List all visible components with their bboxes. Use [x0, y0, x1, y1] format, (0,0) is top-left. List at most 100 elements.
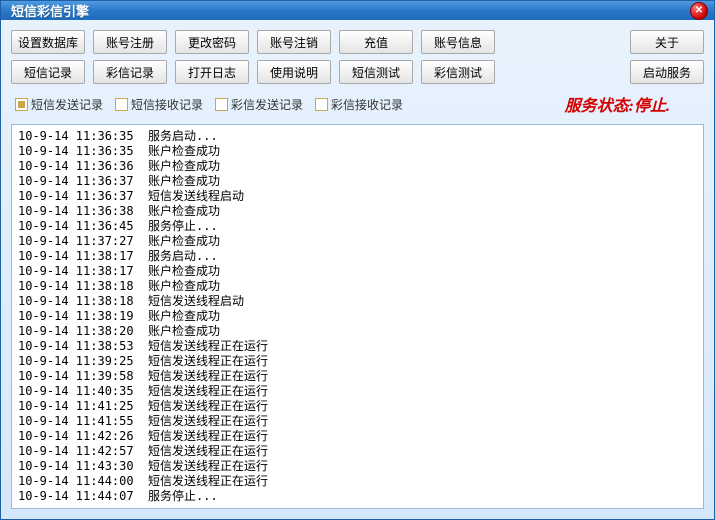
log-message: 账户检查成功	[134, 324, 220, 338]
close-icon: ✕	[695, 5, 703, 16]
filter-mms-recv[interactable]: 彩信接收记录	[315, 96, 403, 113]
log-message: 短信发送线程正在运行	[134, 459, 268, 473]
log-message: 短信发送线程正在运行	[134, 474, 268, 488]
log-line: 10-9-14 11:37:27 账户检查成功	[18, 234, 697, 249]
log-timestamp: 10-9-14 11:38:17	[18, 264, 134, 279]
log-line: 10-9-14 11:42:57 短信发送线程正在运行	[18, 444, 697, 459]
log-line: 10-9-14 11:40:35 短信发送线程正在运行	[18, 384, 697, 399]
log-message: 账户检查成功	[134, 204, 220, 218]
log-timestamp: 10-9-14 11:43:30	[18, 459, 134, 474]
log-message: 账户检查成功	[134, 234, 220, 248]
log-timestamp: 10-9-14 11:40:35	[18, 384, 134, 399]
log-timestamp: 10-9-14 11:38:20	[18, 324, 134, 339]
service-status: 服务状态:停止.	[565, 92, 670, 116]
log-message: 短信发送线程正在运行	[134, 399, 268, 413]
log-line: 10-9-14 11:42:26 短信发送线程正在运行	[18, 429, 697, 444]
log-line: 10-9-14 11:38:53 短信发送线程正在运行	[18, 339, 697, 354]
checkbox-icon	[315, 98, 328, 111]
log-line: 10-9-14 11:36:45 服务停止...	[18, 219, 697, 234]
log-timestamp: 10-9-14 11:36:45	[18, 219, 134, 234]
log-timestamp: 10-9-14 11:42:26	[18, 429, 134, 444]
log-message: 服务停止...	[134, 489, 218, 503]
log-message: 短信发送线程正在运行	[134, 384, 268, 398]
close-button[interactable]: ✕	[690, 2, 708, 20]
log-line: 10-9-14 11:36:35 账户检查成功	[18, 144, 697, 159]
log-timestamp: 10-9-14 11:36:38	[18, 204, 134, 219]
log-line: 10-9-14 11:38:20 账户检查成功	[18, 324, 697, 339]
log-timestamp: 10-9-14 11:39:58	[18, 369, 134, 384]
log-output[interactable]: 10-9-14 11:36:35 服务启动...10-9-14 11:36:35…	[11, 124, 704, 509]
log-message: 短信发送线程正在运行	[134, 369, 268, 383]
log-message: 短信发送线程正在运行	[134, 429, 268, 443]
log-line: 10-9-14 11:38:19 账户检查成功	[18, 309, 697, 324]
log-message: 短信发送线程启动	[134, 294, 244, 308]
log-timestamp: 10-9-14 11:38:18	[18, 279, 134, 294]
log-message: 服务启动...	[134, 129, 218, 143]
log-timestamp: 10-9-14 11:36:37	[18, 189, 134, 204]
open-log-button[interactable]: 打开日志	[175, 60, 249, 84]
filter-label: 彩信接收记录	[331, 96, 403, 113]
log-timestamp: 10-9-14 11:36:35	[18, 144, 134, 159]
log-message: 账户检查成功	[134, 159, 220, 173]
filter-label: 短信发送记录	[31, 96, 103, 113]
filter-label: 彩信发送记录	[231, 96, 303, 113]
log-message: 短信发送线程正在运行	[134, 339, 268, 353]
log-message: 账户检查成功	[134, 279, 220, 293]
checkbox-icon	[215, 98, 228, 111]
log-timestamp: 10-9-14 11:37:27	[18, 234, 134, 249]
log-line: 10-9-14 11:36:37 短信发送线程启动	[18, 189, 697, 204]
filter-row: 短信发送记录 短信接收记录 彩信发送记录 彩信接收记录 服务状态:停止.	[11, 90, 704, 118]
set-db-button[interactable]: 设置数据库	[11, 30, 85, 54]
titlebar: 短信彩信引擎 ✕	[1, 1, 714, 20]
log-timestamp: 10-9-14 11:36:36	[18, 159, 134, 174]
usage-button[interactable]: 使用说明	[257, 60, 331, 84]
log-line: 10-9-14 11:36:38 账户检查成功	[18, 204, 697, 219]
log-line: 10-9-14 11:38:17 服务启动...	[18, 249, 697, 264]
log-line: 10-9-14 11:36:35 服务启动...	[18, 129, 697, 144]
log-message: 短信发送线程启动	[134, 189, 244, 203]
log-message: 服务停止...	[134, 219, 218, 233]
log-line: 10-9-14 11:36:36 账户检查成功	[18, 159, 697, 174]
acct-reg-button[interactable]: 账号注册	[93, 30, 167, 54]
log-message: 短信发送线程正在运行	[134, 354, 268, 368]
log-timestamp: 10-9-14 11:44:07	[18, 489, 134, 504]
start-service-button[interactable]: 启动服务	[630, 60, 704, 84]
log-line: 10-9-14 11:41:25 短信发送线程正在运行	[18, 399, 697, 414]
log-message: 短信发送线程正在运行	[134, 444, 268, 458]
filter-mms-send[interactable]: 彩信发送记录	[215, 96, 303, 113]
filter-label: 短信接收记录	[131, 96, 203, 113]
toolbar-row-1: 设置数据库账号注册更改密码账号注销充值账号信息 关于	[11, 30, 704, 54]
log-timestamp: 10-9-14 11:42:57	[18, 444, 134, 459]
change-pwd-button[interactable]: 更改密码	[175, 30, 249, 54]
log-line: 10-9-14 11:43:30 短信发送线程正在运行	[18, 459, 697, 474]
sms-test-button[interactable]: 短信测试	[339, 60, 413, 84]
checkbox-icon	[115, 98, 128, 111]
log-message: 账户检查成功	[134, 309, 220, 323]
log-line: 10-9-14 11:38:18 短信发送线程启动	[18, 294, 697, 309]
log-message: 账户检查成功	[134, 264, 220, 278]
log-line: 10-9-14 11:44:00 短信发送线程正在运行	[18, 474, 697, 489]
log-timestamp: 10-9-14 11:41:55	[18, 414, 134, 429]
content-area: 设置数据库账号注册更改密码账号注销充值账号信息 关于 短信记录彩信记录打开日志使用…	[1, 20, 714, 519]
log-line: 10-9-14 11:44:07 服务停止...	[18, 489, 697, 504]
log-timestamp: 10-9-14 11:44:00	[18, 474, 134, 489]
recharge-button[interactable]: 充值	[339, 30, 413, 54]
log-timestamp: 10-9-14 11:38:17	[18, 249, 134, 264]
log-message: 短信发送线程正在运行	[134, 414, 268, 428]
log-timestamp: 10-9-14 11:38:19	[18, 309, 134, 324]
log-message: 账户检查成功	[134, 174, 220, 188]
acct-info-button[interactable]: 账号信息	[421, 30, 495, 54]
log-timestamp: 10-9-14 11:41:25	[18, 399, 134, 414]
about-button[interactable]: 关于	[630, 30, 704, 54]
filter-sms-recv[interactable]: 短信接收记录	[115, 96, 203, 113]
log-timestamp: 10-9-14 11:38:18	[18, 294, 134, 309]
sms-log-button[interactable]: 短信记录	[11, 60, 85, 84]
log-line: 10-9-14 11:41:55 短信发送线程正在运行	[18, 414, 697, 429]
mms-test-button[interactable]: 彩信测试	[421, 60, 495, 84]
checkbox-icon	[15, 98, 28, 111]
log-line: 10-9-14 11:38:17 账户检查成功	[18, 264, 697, 279]
mms-log-button[interactable]: 彩信记录	[93, 60, 167, 84]
app-window: 短信彩信引擎 ✕ 设置数据库账号注册更改密码账号注销充值账号信息关于 短信记录彩…	[0, 0, 715, 520]
acct-cancel-button[interactable]: 账号注销	[257, 30, 331, 54]
filter-sms-send[interactable]: 短信发送记录	[15, 96, 103, 113]
